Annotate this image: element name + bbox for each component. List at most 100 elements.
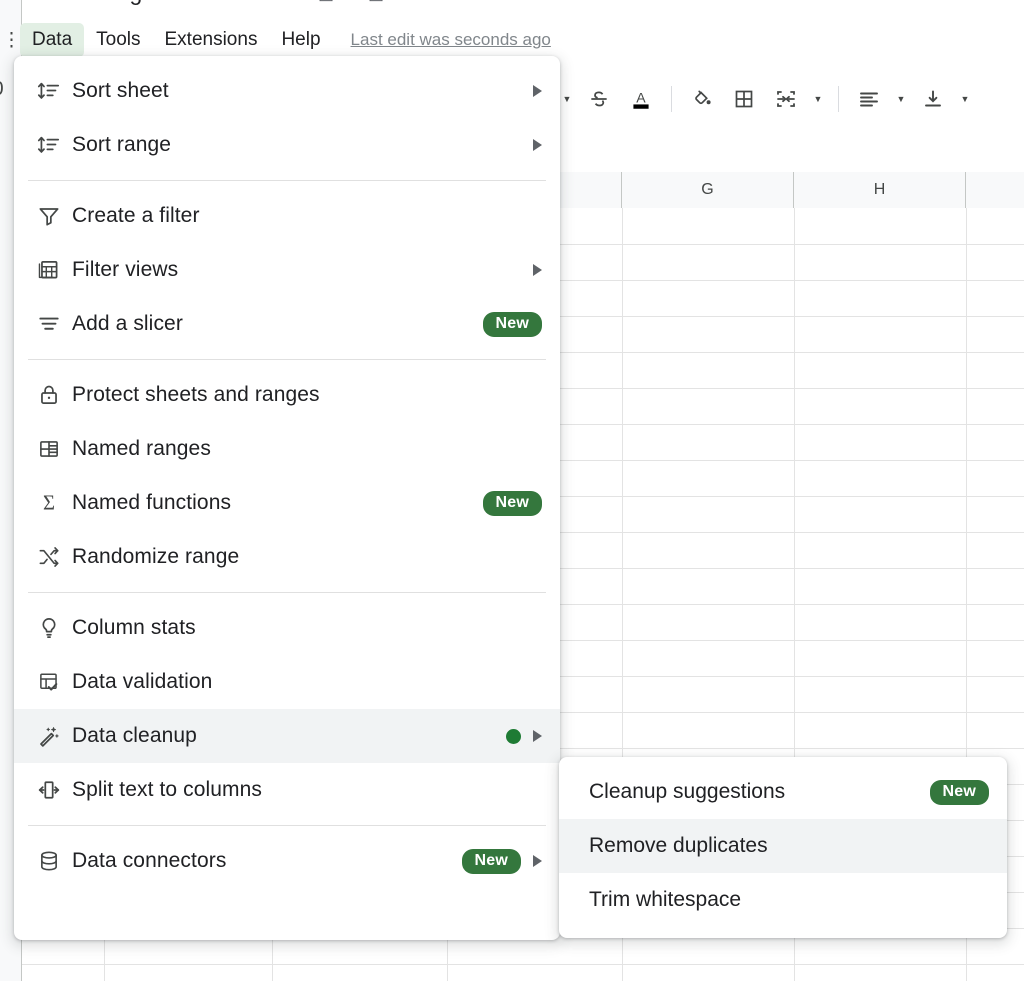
submenu-item-trim-whitespace[interactable]: Trim whitespace — [559, 873, 1007, 927]
menubar-item-extensions[interactable]: Extensions — [153, 23, 270, 57]
vertical-align-icon[interactable] — [912, 78, 954, 120]
menu-item-create-a-filter[interactable]: Create a filter — [14, 189, 560, 243]
borders-icon[interactable] — [723, 78, 765, 120]
menu-item-data-cleanup[interactable]: Data cleanup — [14, 709, 560, 763]
column-header-h-label: H — [873, 181, 886, 198]
sort-icon — [36, 132, 72, 158]
horizontal-align-caret-icon[interactable]: ▼ — [890, 78, 912, 120]
menu-item-data-connectors[interactable]: Data connectors New — [14, 834, 560, 888]
slicer-icon — [36, 311, 72, 337]
menu-separator — [28, 592, 546, 593]
menu-item-add-a-slicer[interactable]: Add a slicer New — [14, 297, 560, 351]
menu-item-split-text-to-columns[interactable]: Split text to columns — [14, 763, 560, 817]
menu-separator — [28, 825, 546, 826]
database-icon — [36, 848, 72, 874]
menu-item-affordances: New — [482, 311, 542, 337]
menu-item-sort-sheet[interactable]: Sort sheet — [14, 64, 560, 118]
menu-item-affordances: New — [461, 848, 542, 874]
svg-text:A: A — [636, 89, 646, 105]
new-badge: New — [482, 311, 542, 337]
menu-item-label: Named ranges — [72, 437, 211, 460]
last-edit-status[interactable]: Last edit was seconds ago — [351, 30, 551, 50]
menu-item-sort-range[interactable]: Sort range — [14, 118, 560, 172]
submenu-item-remove-duplicates[interactable]: Remove duplicates — [559, 819, 1007, 873]
toolbar-divider — [838, 86, 839, 112]
menu-separator — [28, 180, 546, 181]
named-ranges-icon — [36, 436, 72, 462]
menu-item-label: Sort range — [72, 133, 172, 156]
submenu-arrow-icon — [533, 855, 542, 867]
sort-icon — [36, 78, 72, 104]
menubar-item-tools[interactable]: Tools — [84, 23, 152, 57]
filter-views-icon — [36, 257, 72, 283]
menu-item-randomize-range[interactable]: Randomize range — [14, 530, 560, 584]
merge-cells-icon[interactable] — [765, 78, 807, 120]
submenu-item-label: Remove duplicates — [589, 834, 768, 857]
menu-item-affordances: New — [482, 490, 542, 516]
menu-bar: ⋮ Data Tools Extensions Help Last edit w… — [0, 22, 1024, 58]
submenu-arrow-icon — [533, 264, 542, 276]
split-columns-icon — [36, 777, 72, 803]
menu-item-label: Create a filter — [72, 204, 200, 227]
column-header-g-label: G — [701, 181, 714, 198]
menu-item-label: Sort sheet — [72, 79, 169, 102]
lightbulb-icon — [36, 615, 72, 641]
fill-color-icon[interactable] — [681, 78, 723, 120]
menu-item-named-functions[interactable]: Σ Named functions New — [14, 476, 560, 530]
menu-item-affordances — [533, 264, 542, 276]
grid-hline — [0, 964, 1024, 965]
column-header-partial-4[interactable] — [966, 172, 1024, 208]
magic-wand-icon — [36, 723, 72, 749]
vertical-align-caret-icon[interactable]: ▼ — [954, 78, 976, 120]
menu-item-label: Named functions — [72, 491, 232, 514]
submenu-item-label: Trim whitespace — [589, 888, 742, 911]
menu-item-affordances — [533, 139, 542, 151]
menu-item-label: Protect sheets and ranges — [72, 383, 320, 406]
menu-item-label: Filter views — [72, 258, 179, 281]
lock-icon — [36, 382, 72, 408]
menu-item-data-validation[interactable]: Data validation — [14, 655, 560, 709]
horizontal-align-icon[interactable] — [848, 78, 890, 120]
menubar-item-data[interactable]: Data — [20, 23, 85, 57]
menu-item-affordances — [506, 728, 542, 744]
strikethrough-icon[interactable] — [578, 78, 620, 120]
move-to-folder-icon[interactable]: ▤ — [318, 0, 334, 4]
menu-item-filter-views[interactable]: Filter views — [14, 243, 560, 297]
menu-item-label: Add a slicer — [72, 312, 183, 335]
new-badge: New — [461, 848, 521, 874]
submenu-arrow-icon — [533, 730, 542, 742]
menu-item-label: Data validation — [72, 670, 213, 693]
menu-item-protect-sheets-and-ranges[interactable]: Protect sheets and ranges — [14, 368, 560, 422]
merge-caret-icon[interactable]: ▼ — [807, 78, 829, 120]
menu-item-label: Data connectors — [72, 849, 227, 872]
menu-item-column-stats[interactable]: Column stats — [14, 601, 560, 655]
menubar-item-help[interactable]: Help — [269, 23, 332, 57]
column-header-h[interactable]: H — [794, 172, 966, 208]
decrease-decimal-icon[interactable]: .0 — [0, 78, 4, 101]
shuffle-icon — [36, 544, 72, 570]
new-badge: New — [929, 779, 989, 805]
data-cleanup-submenu[interactable]: Cleanup suggestions New Remove duplicates T… — [559, 757, 1007, 938]
document-status-icon[interactable]: ▤ — [368, 0, 384, 4]
svg-text:Σ: Σ — [43, 493, 55, 515]
menu-item-named-ranges[interactable]: Named ranges — [14, 422, 560, 476]
column-header-g[interactable]: G — [622, 172, 794, 208]
toolbar-format-group: ▼ A ▼ ▼ ▼ — [556, 78, 976, 120]
submenu-item-label: Cleanup suggestions — [589, 780, 786, 803]
data-menu-panel[interactable]: Sort sheet Sort range Create a filter Filte… — [14, 56, 560, 940]
submenu-item-cleanup-suggestions[interactable]: Cleanup suggestions New — [559, 765, 1007, 819]
new-badge: New — [482, 490, 542, 516]
sheets-window: G H ⋮ Data Tools Extensions Help Last ed… — [0, 0, 1024, 981]
text-color-icon[interactable]: A — [620, 78, 662, 120]
toolbar-divider — [671, 86, 672, 112]
submenu-arrow-icon — [533, 139, 542, 151]
star-icon[interactable]: ☆ — [268, 0, 283, 4]
kebab-menu-icon[interactable]: ⋮ — [2, 29, 21, 52]
document-title[interactable]: one in Google Sheets — [16, 0, 239, 6]
menu-item-label: Column stats — [72, 616, 196, 639]
menu-item-affordances — [533, 85, 542, 97]
decrease-decimal-label: .0 — [0, 78, 4, 100]
sigma-icon: Σ — [36, 490, 72, 516]
data-validation-icon — [36, 669, 72, 695]
menu-item-label: Randomize range — [72, 545, 240, 568]
